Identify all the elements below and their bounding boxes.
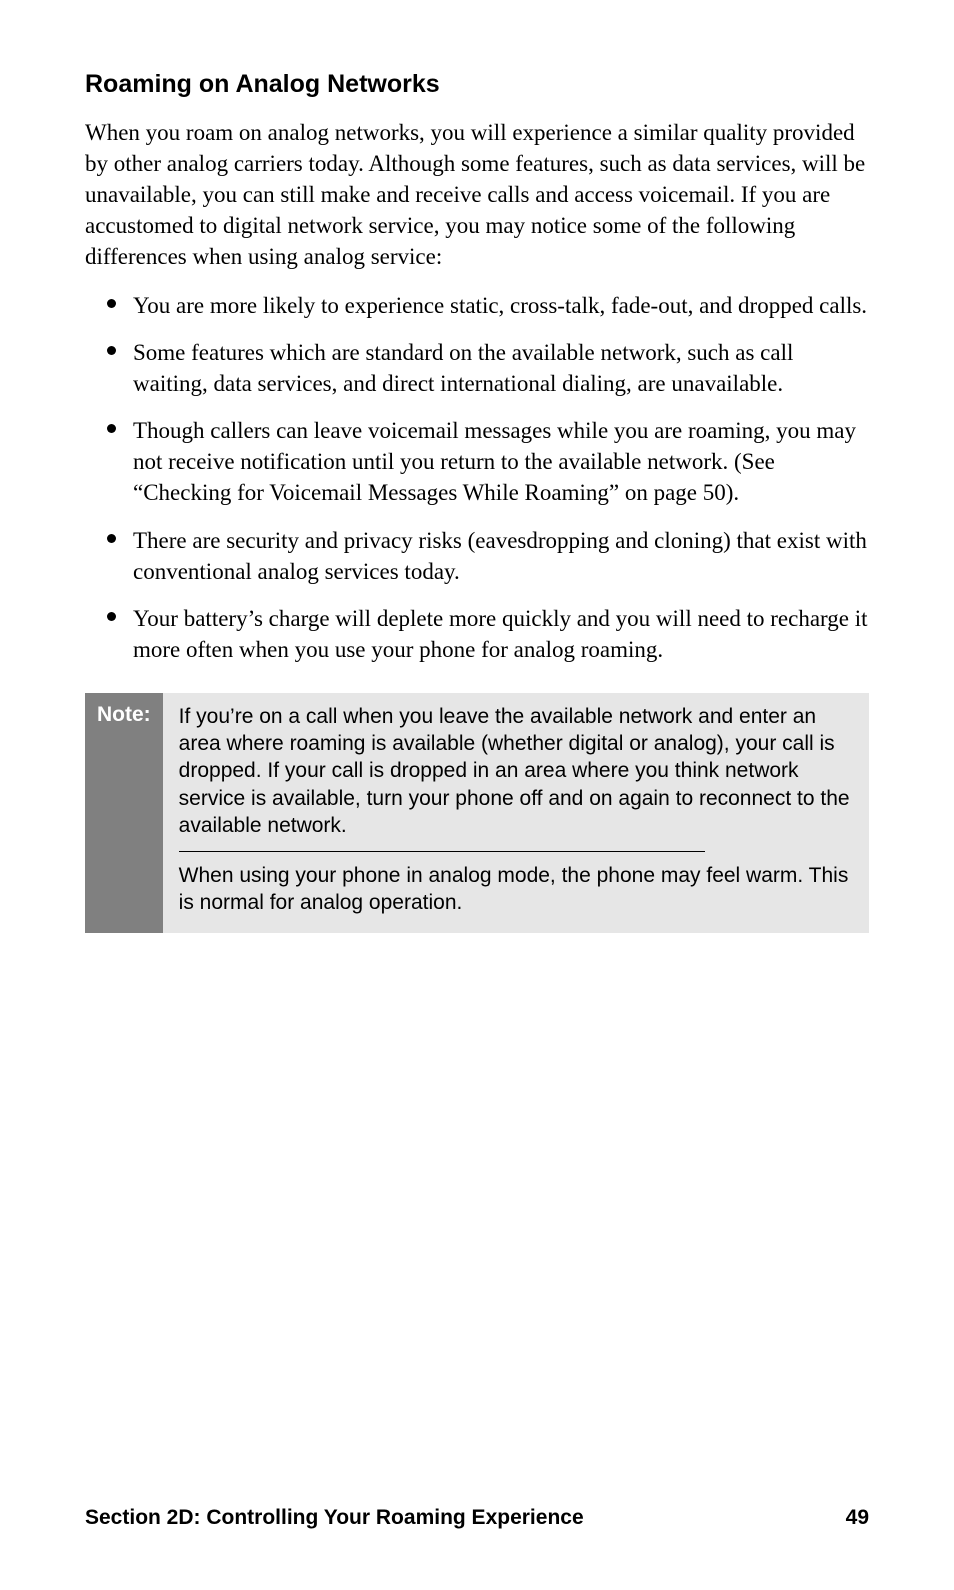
document-page: Roaming on Analog Networks When you roam…: [0, 0, 954, 1590]
list-item: Your battery’s charge will deplete more …: [85, 603, 869, 665]
note-paragraph-1: If you’re on a call when you leave the a…: [179, 703, 853, 839]
note-body: If you’re on a call when you leave the a…: [163, 693, 869, 933]
list-item: Some features which are standard on the …: [85, 337, 869, 399]
note-divider: [179, 851, 705, 852]
bullet-list: You are more likely to experience static…: [85, 290, 869, 664]
list-item: There are security and privacy risks (ea…: [85, 525, 869, 587]
section-heading: Roaming on Analog Networks: [85, 70, 869, 99]
note-box: Note: If you’re on a call when you leave…: [85, 693, 869, 933]
intro-paragraph: When you roam on analog networks, you wi…: [85, 117, 869, 272]
note-paragraph-2: When using your phone in analog mode, th…: [179, 862, 853, 917]
note-label: Note:: [85, 693, 163, 933]
list-item: Though callers can leave voicemail messa…: [85, 415, 869, 508]
list-item: You are more likely to experience static…: [85, 290, 869, 321]
footer-page-number: 49: [846, 1506, 869, 1530]
footer-section: Section 2D: Controlling Your Roaming Exp…: [85, 1506, 584, 1530]
page-footer: Section 2D: Controlling Your Roaming Exp…: [85, 1506, 869, 1530]
